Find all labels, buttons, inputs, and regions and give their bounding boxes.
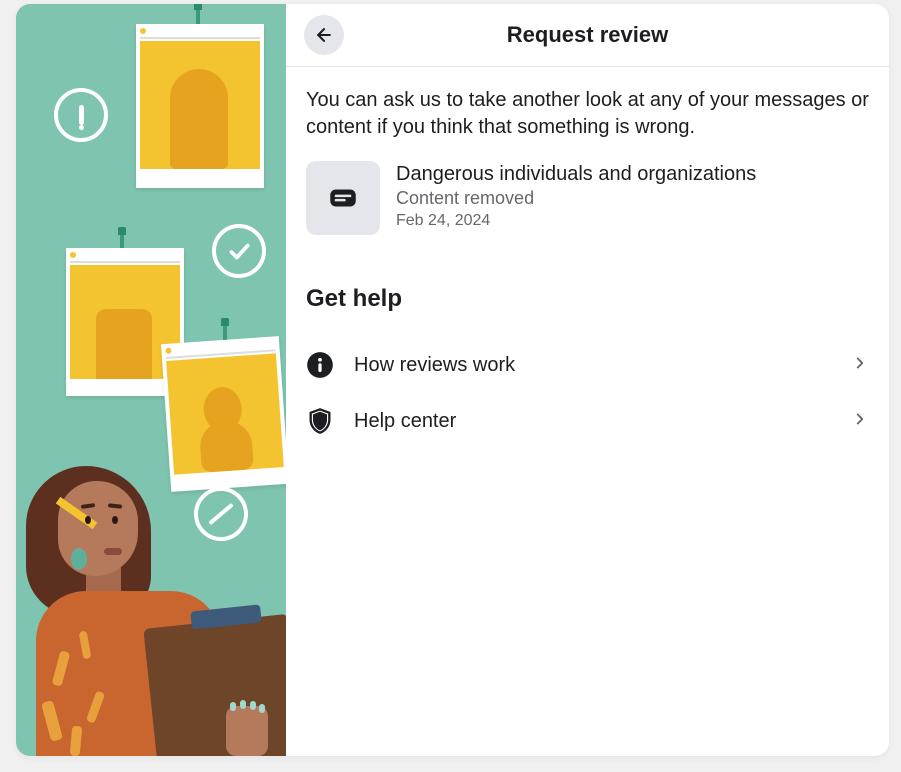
chevron-right-icon: [851, 410, 869, 433]
content-panel: Request review You can ask us to take an…: [286, 4, 889, 756]
violation-title: Dangerous individuals and organizations: [396, 161, 869, 187]
help-item-label: How reviews work: [354, 354, 831, 377]
help-item-how-reviews-work[interactable]: How reviews work: [306, 337, 869, 393]
violation-item: Dangerous individuals and organizations …: [306, 161, 869, 235]
help-item-help-center[interactable]: Help center: [306, 393, 869, 449]
request-review-modal: Request review You can ask us to take an…: [16, 4, 889, 756]
violation-thumbnail: [306, 161, 380, 235]
violation-date: Feb 24, 2024: [396, 210, 869, 232]
get-help-heading: Get help: [306, 285, 869, 313]
violation-status: Content removed: [396, 187, 869, 210]
info-icon: [306, 351, 334, 379]
page-title: Request review: [306, 22, 869, 48]
illustration-person: [26, 456, 286, 756]
modal-header: Request review: [286, 4, 889, 67]
shield-icon: [306, 407, 334, 435]
arrow-left-icon: [314, 25, 334, 45]
help-item-label: Help center: [354, 410, 831, 433]
description-text: You can ask us to take another look at a…: [306, 87, 869, 141]
illustration-panel: [16, 4, 286, 756]
illustration-photo: [136, 24, 264, 188]
exclamation-icon: [54, 88, 108, 142]
back-button[interactable]: [304, 15, 344, 55]
check-icon: [212, 224, 266, 278]
chevron-right-icon: [851, 354, 869, 377]
message-icon: [326, 181, 360, 215]
